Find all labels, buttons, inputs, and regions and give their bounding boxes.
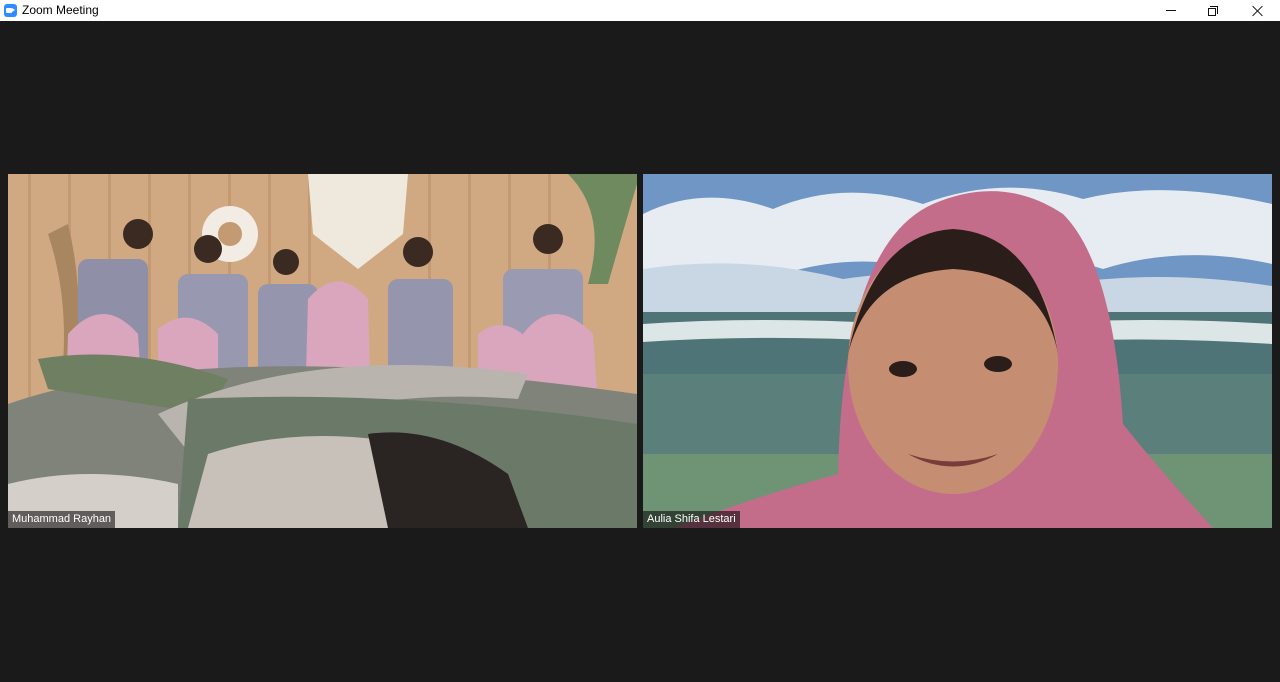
minimize-button[interactable] [1148,0,1194,21]
minimize-icon [1166,10,1176,11]
window-title: Zoom Meeting [22,3,99,17]
participant-video-feed [643,174,1272,528]
participant-name-label: Muhammad Rayhan [8,511,116,528]
title-bar: Zoom Meeting [0,0,1280,21]
zoom-app-icon [4,4,17,17]
participant-video-feed [8,174,637,528]
close-icon [1251,5,1263,17]
restore-button[interactable] [1190,0,1236,21]
close-button[interactable] [1234,0,1280,21]
restore-icon [1208,5,1218,16]
participant-name-label: Aulia Shifa Lestari [643,511,740,528]
participant-video-tile[interactable]: Muhammad Rayhan [8,174,637,528]
participant-video-tile[interactable]: Aulia Shifa Lestari [643,174,1272,528]
